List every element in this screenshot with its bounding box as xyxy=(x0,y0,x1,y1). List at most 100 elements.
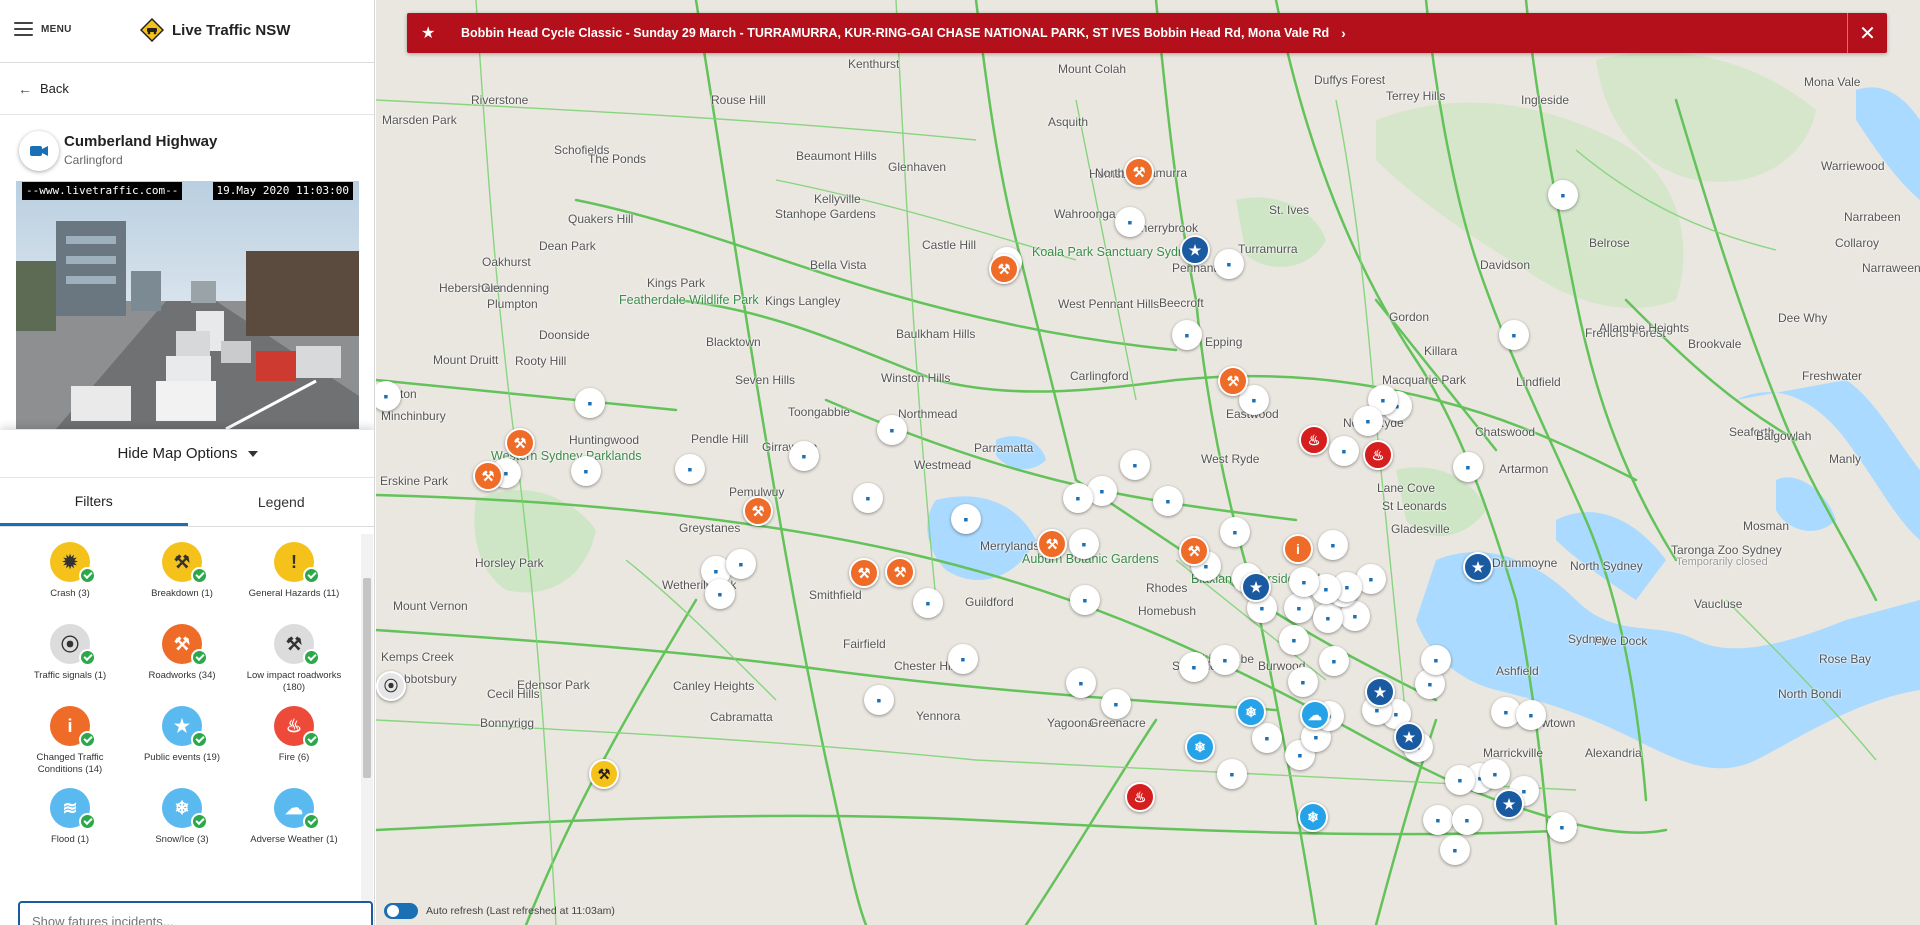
brand-logo-link[interactable]: Live Traffic NSW xyxy=(140,18,290,42)
camera-marker-icon[interactable]: ▪ xyxy=(853,483,883,513)
camera-marker-icon[interactable]: ▪ xyxy=(1480,759,1510,789)
public-event-marker-icon[interactable]: ★ xyxy=(1463,552,1493,582)
filter-item[interactable]: i Changed Traffic Conditions (14) xyxy=(14,706,126,788)
camera-marker-icon[interactable]: ▪ xyxy=(864,685,894,715)
hide-map-options-button[interactable]: Hide Map Options xyxy=(0,430,374,478)
roadworks-marker-icon[interactable]: ⚒ xyxy=(989,254,1019,284)
snow-ice-marker-icon[interactable]: ❄ xyxy=(1236,697,1266,727)
camera-marker-icon[interactable]: ▪ xyxy=(1313,603,1343,633)
fire-marker-icon[interactable]: ♨ xyxy=(1299,425,1329,455)
filter-item[interactable]: ⚒ Roadworks (34) xyxy=(126,624,238,706)
camera-marker-icon[interactable]: ▪ xyxy=(1115,207,1145,237)
incident-search-input[interactable] xyxy=(18,901,373,925)
camera-marker-icon[interactable]: ▪ xyxy=(575,388,605,418)
breakdown-marker-icon[interactable]: ⚒ xyxy=(589,759,619,789)
traffic-signals-marker-icon[interactable]: ⦿ xyxy=(376,671,406,701)
camera-marker-icon[interactable]: ▪ xyxy=(705,579,735,609)
snow-ice-marker-icon[interactable]: ❄ xyxy=(1185,732,1215,762)
roadworks-marker-icon[interactable]: ⚒ xyxy=(1218,366,1248,396)
tab-filters[interactable]: Filters xyxy=(0,478,188,526)
camera-marker-icon[interactable]: ▪ xyxy=(1210,645,1240,675)
camera-marker-icon[interactable]: ▪ xyxy=(1070,585,1100,615)
camera-marker-icon[interactable]: ▪ xyxy=(1353,406,1383,436)
camera-marker-icon[interactable]: ▪ xyxy=(1279,625,1309,655)
camera-marker-icon[interactable]: ▪ xyxy=(913,588,943,618)
camera-marker-icon[interactable]: ▪ xyxy=(1179,652,1209,682)
camera-marker-icon[interactable]: ▪ xyxy=(1548,180,1578,210)
camera-marker-icon[interactable]: ▪ xyxy=(1288,667,1318,697)
camera-marker-icon[interactable]: ▪ xyxy=(1329,436,1359,466)
camera-marker-icon[interactable]: ▪ xyxy=(948,644,978,674)
menu-button[interactable]: MENU xyxy=(14,22,72,36)
auto-refresh-toggle[interactable] xyxy=(384,903,418,919)
fire-marker-icon[interactable]: ♨ xyxy=(1363,440,1393,470)
camera-marker-icon[interactable]: ▪ xyxy=(1319,646,1349,676)
camera-marker-icon[interactable]: ▪ xyxy=(1284,593,1314,623)
camera-marker-icon[interactable]: ▪ xyxy=(1252,723,1282,753)
fire-marker-icon[interactable]: ♨ xyxy=(1125,782,1155,812)
traffic-map[interactable]: Kenthurst Mount Colah Duffys Forest Mona Va… xyxy=(376,0,1920,925)
filter-item[interactable]: ! General Hazards (11) xyxy=(238,542,350,624)
camera-marker-icon[interactable]: ▪ xyxy=(789,441,819,471)
back-button[interactable]: ← Back xyxy=(0,63,374,115)
roadworks-marker-icon[interactable]: ⚒ xyxy=(1124,157,1154,187)
camera-marker-icon[interactable]: ▪ xyxy=(1220,517,1250,547)
camera-marker-icon[interactable]: ▪ xyxy=(1172,320,1202,350)
traffic-camera-image[interactable]: --www.livetraffic.com-- 19.May 2020 11:0… xyxy=(16,181,359,429)
tab-legend[interactable]: Legend xyxy=(188,478,375,526)
camera-marker-icon[interactable]: ▪ xyxy=(1153,486,1183,516)
camera-marker-icon[interactable]: ▪ xyxy=(1452,805,1482,835)
roadworks-marker-icon[interactable]: ⚒ xyxy=(743,496,773,526)
filter-item[interactable]: ♨ Fire (6) xyxy=(238,706,350,788)
camera-marker-icon[interactable]: ▪ xyxy=(1445,765,1475,795)
event-banner[interactable]: ★ Bobbin Head Cycle Classic - Sunday 29 … xyxy=(407,13,1887,53)
changed-conditions-marker-icon[interactable]: i xyxy=(1283,534,1313,564)
roadworks-marker-icon[interactable]: ⚒ xyxy=(849,558,879,588)
roadworks-marker-icon[interactable]: ⚒ xyxy=(885,557,915,587)
camera-marker-icon[interactable]: ▪ xyxy=(571,456,601,486)
public-event-marker-icon[interactable]: ★ xyxy=(1180,235,1210,265)
camera-marker-icon[interactable]: ▪ xyxy=(1120,450,1150,480)
filter-item[interactable]: ≋ Flood (1) xyxy=(14,788,126,870)
camera-marker-icon[interactable]: ▪ xyxy=(1423,805,1453,835)
camera-marker-icon[interactable]: ▪ xyxy=(1214,249,1244,279)
scrollbar-thumb[interactable] xyxy=(363,578,371,778)
filter-item[interactable]: ★ Public events (19) xyxy=(126,706,238,788)
filter-item[interactable]: ☁ Adverse Weather (1) xyxy=(238,788,350,870)
camera-marker-icon[interactable]: ▪ xyxy=(1063,483,1093,513)
camera-marker-icon[interactable]: ▪ xyxy=(1421,645,1451,675)
public-event-marker-icon[interactable]: ★ xyxy=(1494,789,1524,819)
camera-marker-icon[interactable]: ▪ xyxy=(1217,759,1247,789)
close-icon[interactable]: ✕ xyxy=(1847,13,1887,53)
camera-marker-icon[interactable]: ▪ xyxy=(1289,567,1319,597)
filter-item[interactable]: ❄ Snow/Ice (3) xyxy=(126,788,238,870)
camera-marker-icon[interactable]: ▪ xyxy=(675,454,705,484)
filters-scrollbar[interactable] xyxy=(361,534,373,919)
camera-marker-icon[interactable]: ▪ xyxy=(1453,452,1483,482)
low-impact-roadworks-icon: ⚒ xyxy=(274,624,320,666)
camera-marker-icon[interactable]: ▪ xyxy=(726,549,756,579)
camera-marker-icon[interactable]: ▪ xyxy=(1440,835,1470,865)
camera-marker-icon[interactable]: ▪ xyxy=(1499,320,1529,350)
camera-marker-icon[interactable]: ▪ xyxy=(1069,529,1099,559)
filter-item[interactable]: ⚒ Low impact roadworks (180) xyxy=(238,624,350,706)
roadworks-marker-icon[interactable]: ⚒ xyxy=(1037,529,1067,559)
roadworks-marker-icon[interactable]: ⚒ xyxy=(473,461,503,491)
camera-marker-icon[interactable]: ▪ xyxy=(1547,812,1577,842)
adverse-weather-marker-icon[interactable]: ☁ xyxy=(1300,700,1330,730)
snow-ice-marker-icon[interactable]: ❄ xyxy=(1298,802,1328,832)
camera-marker-icon[interactable]: ▪ xyxy=(1318,530,1348,560)
public-event-marker-icon[interactable]: ★ xyxy=(1365,677,1395,707)
camera-marker-icon[interactable]: ▪ xyxy=(1516,700,1546,730)
public-event-marker-icon[interactable]: ★ xyxy=(1394,722,1424,752)
camera-marker-icon[interactable]: ▪ xyxy=(951,504,981,534)
camera-marker-icon[interactable]: ▪ xyxy=(1101,689,1131,719)
camera-marker-icon[interactable]: ▪ xyxy=(1066,668,1096,698)
roadworks-marker-icon[interactable]: ⚒ xyxy=(1179,536,1209,566)
filter-item[interactable]: ✹ Crash (3) xyxy=(14,542,126,624)
public-event-marker-icon[interactable]: ★ xyxy=(1241,572,1271,602)
roadworks-marker-icon[interactable]: ⚒ xyxy=(505,428,535,458)
filter-item[interactable]: ⦿ Traffic signals (1) xyxy=(14,624,126,706)
filter-item[interactable]: ⚒ Breakdown (1) xyxy=(126,542,238,624)
camera-marker-icon[interactable]: ▪ xyxy=(877,415,907,445)
